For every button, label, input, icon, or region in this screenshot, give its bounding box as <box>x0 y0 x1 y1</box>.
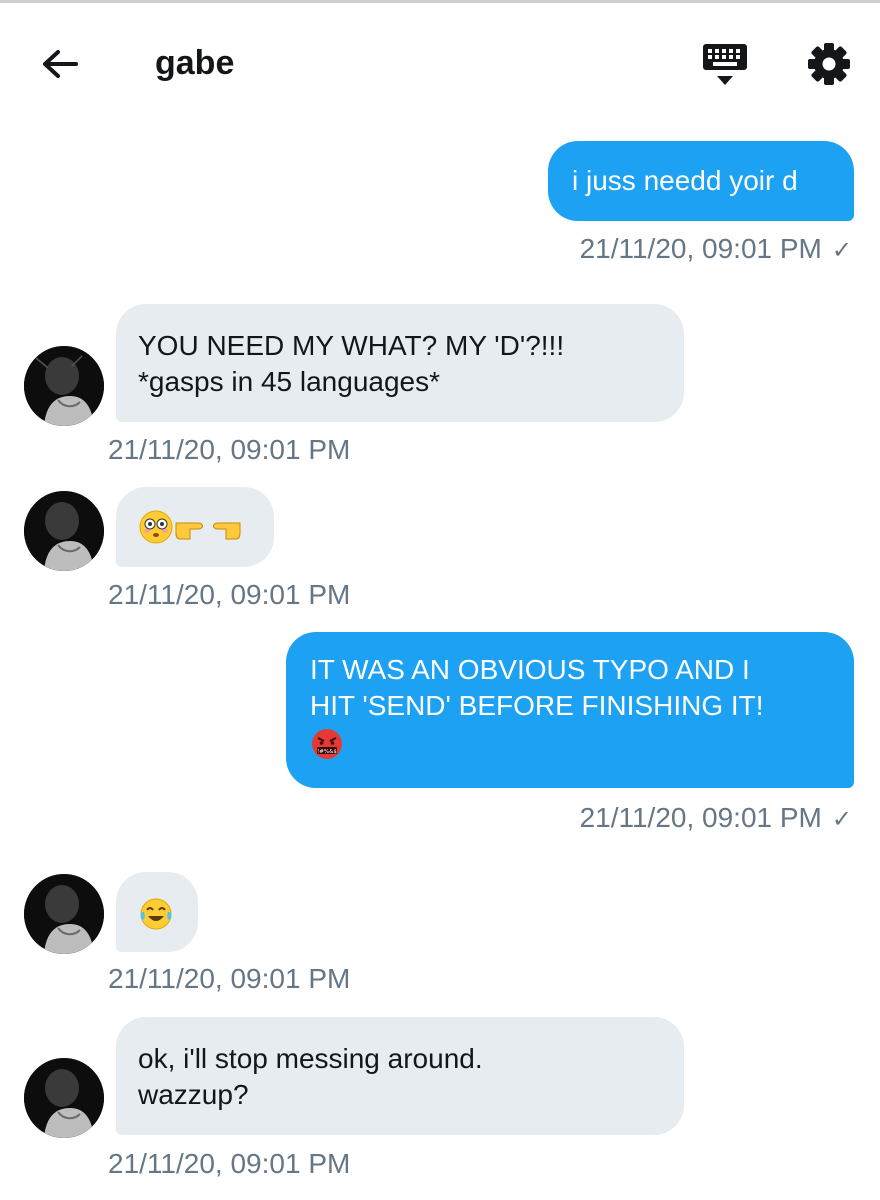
angry-symbols-emoji: !#%&$ <box>312 728 342 759</box>
message-text-line: YOU NEED MY WHAT? MY 'D'?!!! <box>138 330 565 361</box>
conversation-title: gabe <box>155 44 235 82</box>
gear-icon <box>808 43 850 85</box>
svg-text:!#%&$: !#%&$ <box>317 748 337 754</box>
avatar-image <box>24 491 104 571</box>
avatar[interactable] <box>24 874 104 954</box>
pointing-right-emoji <box>175 522 203 540</box>
message-text-line: ok, i'll stop messing around. <box>138 1043 483 1074</box>
back-button[interactable] <box>38 43 82 87</box>
message-bubble-incoming[interactable] <box>116 487 274 567</box>
message-timestamp: 21/11/20, 09:01 PM <box>108 434 351 465</box>
arrow-left-icon <box>43 50 78 78</box>
message-bubble-incoming[interactable]: YOU NEED MY WHAT? MY 'D'?!!! *gasps in 4… <box>116 304 684 422</box>
message-bubble-incoming[interactable]: ok, i'll stop messing around. wazzup? <box>116 1017 684 1135</box>
avatar[interactable] <box>24 1058 104 1138</box>
keyboard-icon <box>703 44 747 85</box>
message-text-line: IT WAS AN OBVIOUS TYPO AND I <box>310 654 750 685</box>
avatar-image <box>24 1058 104 1138</box>
sent-check-icon: ✓ <box>831 237 852 264</box>
conversation-header: gabe <box>0 3 880 115</box>
message-text-line: HIT 'SEND' BEFORE FINISHING IT! <box>310 690 764 721</box>
avatar[interactable] <box>24 491 104 571</box>
message-bubble-outgoing[interactable]: IT WAS AN OBVIOUS TYPO AND I HIT 'SEND' … <box>286 632 854 788</box>
pointing-left-emoji <box>213 522 241 540</box>
message-timestamp: 21/11/20, 09:01 PM ✓ <box>580 232 852 268</box>
message-text-line: wazzup? <box>138 1079 249 1110</box>
avatar-image <box>24 874 104 954</box>
avatar-image <box>24 346 104 426</box>
message-bubble-incoming[interactable] <box>116 872 198 952</box>
message-timestamp: 21/11/20, 09:01 PM <box>108 963 351 994</box>
sent-check-icon: ✓ <box>831 806 852 833</box>
message-text-line: *gasps in 45 languages* <box>138 366 441 397</box>
message-text: i juss needd yoir d <box>572 165 798 196</box>
tears-of-joy-emoji <box>140 898 172 930</box>
message-timestamp: 21/11/20, 09:01 PM <box>108 579 351 610</box>
message-timestamp: 21/11/20, 09:01 PM ✓ <box>580 801 852 837</box>
flushed-face-emoji <box>139 510 173 544</box>
settings-button[interactable] <box>806 41 852 87</box>
message-bubble-outgoing[interactable]: i juss needd yoir d <box>548 141 854 221</box>
message-timestamp: 21/11/20, 09:01 PM <box>108 1148 351 1179</box>
avatar[interactable] <box>24 346 104 426</box>
keyboard-button[interactable] <box>700 41 750 91</box>
